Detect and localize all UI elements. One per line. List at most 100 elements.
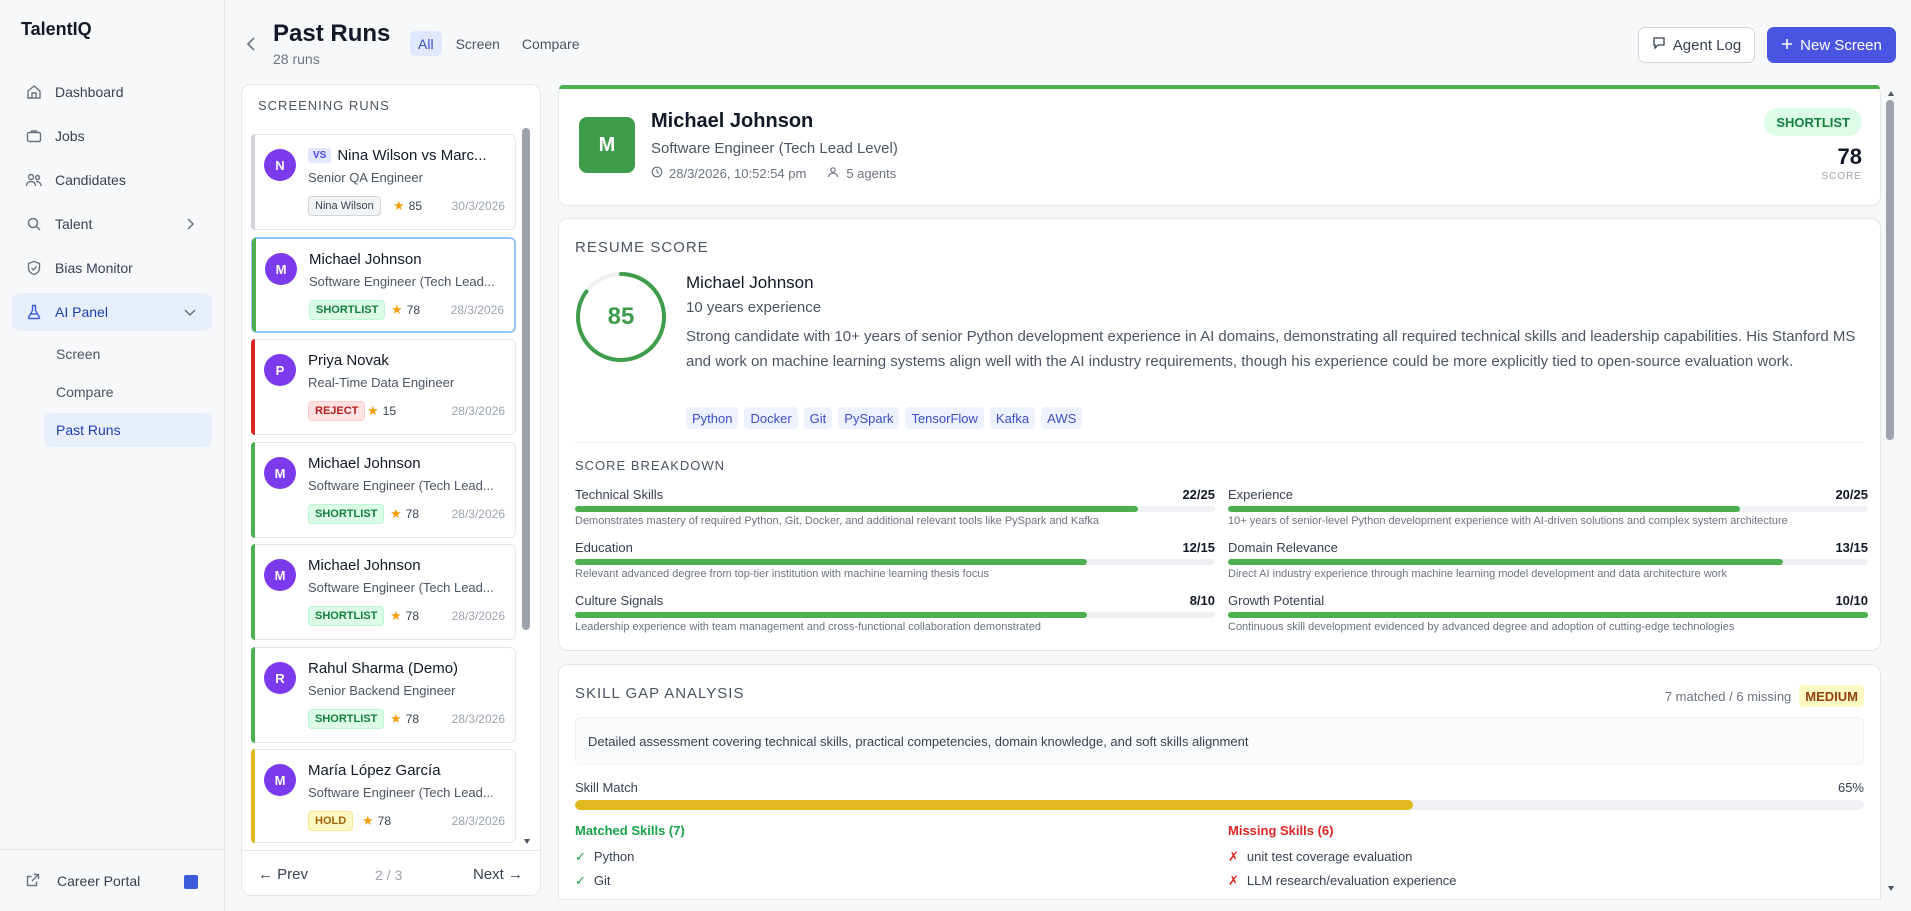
run-card[interactable]: M María López García Software Engineer (… (251, 749, 516, 843)
matched-skill-label: Git (593, 873, 611, 888)
overall-score: 78 (1837, 144, 1862, 169)
run-card-name: Michael Johnson (309, 251, 422, 268)
chevron-right-icon (182, 216, 198, 232)
prev-page-button[interactable]: ← Prev (258, 866, 308, 883)
breakdown-fill (1228, 506, 1740, 512)
main-scroll-down-icon[interactable] (1887, 884, 1895, 894)
skill-tag: AWS (1041, 407, 1083, 429)
sidebar-item-label: Candidates (55, 172, 126, 188)
breakdown-desc: Direct AI industry experience through ma… (1228, 568, 1727, 580)
status-strip (559, 85, 1880, 89)
sidebar-item-dashboard[interactable]: Dashboard (12, 73, 212, 111)
matched-skills-heading: Matched Skills (7) (575, 823, 685, 838)
sidebar-nav: Dashboard Jobs Candidates Talent Bias Mo… (12, 73, 212, 451)
scroll-down-icon[interactable] (523, 837, 531, 847)
breakdown-desc: Continuous skill development evidenced b… (1228, 621, 1735, 633)
run-card[interactable]: P Priya Novak Real-Time Data Engineer RE… (251, 339, 516, 435)
filter-all[interactable]: All (410, 31, 442, 56)
run-card-accent (251, 544, 255, 640)
external-link-icon (25, 872, 43, 890)
sidebar-item-ai-panel[interactable]: AI Panel (12, 293, 212, 331)
sidebar-item-label: Talent (55, 216, 93, 232)
pagination: ← Prev 2 / 3 Next → (241, 862, 541, 896)
score-breakdown-heading: SCORE BREAKDOWN (575, 458, 726, 473)
sidebar-subitem-compare[interactable]: Compare (44, 375, 212, 409)
run-card-accent (251, 134, 255, 230)
brand-logo[interactable]: TalentIQ (21, 19, 92, 40)
clock-icon (651, 166, 663, 181)
ai-panel-submenu: Screen Compare Past Runs (44, 337, 212, 447)
new-screen-button[interactable]: New Screen (1767, 27, 1896, 63)
breakdown-fill (1228, 559, 1783, 565)
breakdown-fill (1228, 612, 1868, 618)
run-card[interactable]: M Michael Johnson Software Engineer (Tec… (251, 544, 516, 640)
breakdown-track (1228, 612, 1868, 618)
score-value: 78 (377, 814, 392, 828)
candidate-role: Software Engineer (Tech Lead Level) (651, 140, 898, 157)
candidate-avatar: M (579, 117, 635, 173)
run-card-score: ★ 78 (390, 711, 419, 727)
flask-icon (25, 303, 43, 321)
sidebar-subitem-screen[interactable]: Screen (44, 337, 212, 371)
skill-match-track (575, 800, 1864, 810)
run-card-score: ★ 78 (390, 608, 419, 624)
career-portal-link[interactable]: Career Portal (25, 872, 140, 890)
run-card-role: Senior Backend Engineer (308, 683, 456, 698)
breakdown-fill (575, 559, 1087, 565)
back-chevron-icon[interactable] (243, 34, 259, 54)
run-card-score: ★ 78 (391, 302, 420, 318)
breakdown-label: Technical Skills (575, 487, 664, 502)
sidebar-item-bias-monitor[interactable]: Bias Monitor (12, 249, 212, 287)
breakdown-item: Culture Signals 8/10 Leadership experien… (575, 593, 1215, 637)
gap-level-badge: MEDIUM (1799, 685, 1864, 707)
skill-tag: Git (803, 407, 833, 429)
skill-gap-card: SKILL GAP ANALYSIS 7 matched / 6 missing… (558, 664, 1881, 900)
run-card-role: Software Engineer (Tech Lead... (309, 274, 495, 289)
breakdown-track (1228, 559, 1868, 565)
missing-skill-label: unit test coverage evaluation (1246, 849, 1413, 864)
breakdown-item: Experience 20/25 10+ years of senior-lev… (1228, 487, 1868, 531)
status-badge: SHORTLIST (309, 300, 386, 320)
filter-compare[interactable]: Compare (514, 31, 588, 56)
run-card[interactable]: M Michael Johnson Software Engineer (Tec… (251, 442, 516, 538)
main-scrollbar[interactable] (1886, 100, 1894, 440)
run-card[interactable]: R Rahul Sharma (Demo) Senior Backend Eng… (251, 647, 516, 743)
sidebar-subitem-past-runs[interactable]: Past Runs (44, 413, 212, 447)
status-badge: REJECT (308, 401, 366, 421)
breakdown-value: 12/15 (1182, 540, 1215, 555)
resume-experience: 10 years experience (686, 299, 822, 316)
main-scroll-up-icon[interactable] (1887, 88, 1895, 98)
skill-tag: Python (686, 407, 739, 429)
breakdown-label: Domain Relevance (1228, 540, 1338, 555)
resume-score-value: 85 (607, 303, 635, 330)
run-card-name: Nina Wilson vs Marc... (337, 147, 487, 164)
sidebar: TalentIQ Dashboard Jobs Candidates Talen… (0, 0, 225, 911)
run-card-title: VS Nina Wilson vs Marc... (308, 147, 508, 164)
breakdown-value: 13/15 (1835, 540, 1868, 555)
filter-screen[interactable]: Screen (448, 31, 508, 56)
agent-log-button[interactable]: Agent Log (1638, 27, 1755, 63)
next-page-button[interactable]: Next → (473, 866, 523, 883)
run-datetime: 28/3/2026, 10:52:54 pm (669, 166, 807, 181)
skill-gap-heading: SKILL GAP ANALYSIS (575, 685, 745, 702)
run-card-name: Michael Johnson (308, 455, 421, 472)
match-summary: 7 matched / 6 missing (1664, 688, 1792, 704)
run-card-name: Michael Johnson (308, 557, 421, 574)
page-indicator: 2 / 3 (375, 867, 403, 883)
sidebar-footer: Career Portal (0, 849, 224, 911)
skill-tag: PySpark (838, 407, 900, 429)
breakdown-fill (575, 506, 1139, 512)
run-card-date: 28/3/2026 (451, 814, 505, 828)
open-external-icon[interactable] (184, 875, 198, 889)
x-icon: ✗ (1228, 849, 1239, 864)
breakdown-label: Education (575, 540, 633, 555)
sidebar-item-talent[interactable]: Talent (12, 205, 212, 243)
run-card[interactable]: M Michael Johnson Software Engineer (Tec… (251, 237, 516, 333)
avatar: P (264, 354, 296, 386)
sidebar-item-candidates[interactable]: Candidates (12, 161, 212, 199)
runs-scrollbar[interactable] (522, 128, 530, 630)
sidebar-item-jobs[interactable]: Jobs (12, 117, 212, 155)
skill-gap-description: Detailed assessment covering technical s… (575, 717, 1864, 765)
pager-divider (242, 850, 540, 851)
run-card[interactable]: N VS Nina Wilson vs Marc... Senior QA Eng… (251, 134, 516, 230)
